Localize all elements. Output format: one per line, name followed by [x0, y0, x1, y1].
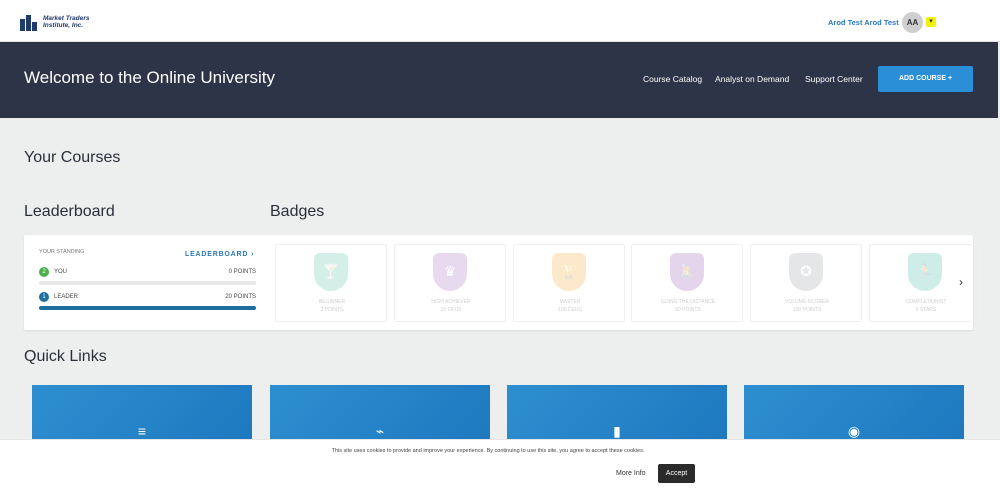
badge-name: HIGH ACHIEVER [431, 299, 471, 305]
badge-points: 5 STARS [915, 307, 937, 313]
badge-going-the-distance[interactable]: 🚴 GOING THE DISTANCE 50 POINTS [631, 244, 743, 322]
badge-master[interactable]: 🏆 MASTER 100 CEUS [513, 244, 625, 322]
leader-progress-bar [39, 306, 256, 310]
cocktail-glass-icon: 🍸 [314, 253, 348, 291]
you-progress-bar [39, 281, 256, 285]
logo-line-2: Institute, Inc. [43, 22, 84, 29]
mti-logo[interactable]: Market Traders Institute, Inc. [20, 13, 90, 31]
badge-points: 2 POINTS [320, 307, 344, 313]
badge-name: GOING THE DISTANCE [660, 299, 716, 305]
nav-course-catalog[interactable]: Course Catalog [643, 74, 702, 84]
badge-name: MASTER [559, 299, 581, 305]
quick-links-heading: Quick Links [24, 348, 107, 365]
badges-heading: Badges [270, 203, 325, 220]
leader-points: 20 POINTS [225, 294, 256, 300]
page-title: Welcome to the Online University [24, 68, 276, 87]
badge-beginner[interactable]: 🍸 BEGINNER 2 POINTS [275, 244, 387, 322]
rank-you-badge: 2 [39, 267, 49, 277]
leader-label: LEADER [54, 294, 79, 300]
lifebuoy-icon: ◉ [847, 423, 861, 439]
more-info-link[interactable]: More Info [616, 470, 646, 477]
medal-icon: ✪ [789, 253, 823, 291]
paperclip-icon: ⌁ [375, 423, 385, 439]
badge-points: 50 POINTS [675, 307, 701, 313]
accept-button[interactable]: Accept [658, 464, 695, 483]
cookie-banner: This site uses cookies to provide and im… [0, 439, 1000, 499]
bar-chart-icon: ▮ [613, 423, 621, 439]
you-points: 0 POINTS [228, 269, 256, 275]
badge-points: 15 CEUS [440, 307, 462, 313]
runner-icon: 🏃 [908, 253, 942, 291]
nav-support-center[interactable]: Support Center [805, 74, 863, 84]
leaderboard-link[interactable]: LEADERBOARD › [185, 251, 254, 258]
quick-link-tile[interactable]: ⌁ [270, 385, 490, 445]
badge-name: BEGINNER [318, 299, 346, 305]
logo-line-1: Market Traders [43, 15, 90, 22]
leader-progress-fill [39, 306, 256, 310]
badge-name: VOLUME SCORER [785, 299, 829, 305]
quick-link-tile[interactable]: ≡ [32, 385, 252, 445]
your-standing-label: YOUR STANDING [39, 249, 85, 255]
badge-completionist[interactable]: 🏃 COMPLETIONIST 5 STARS [869, 244, 981, 322]
add-course-button[interactable]: ADD COURSE + [878, 66, 973, 92]
crown-icon: ♛ [433, 253, 467, 291]
badge-volume-scorer[interactable]: ✪ VOLUME SCORER 100 POINTS [750, 244, 862, 322]
leaderboard-badges-card: YOUR STANDING LEADERBOARD › 2 YOU 0 POIN… [24, 235, 981, 330]
your-courses-heading: Your Courses [24, 149, 121, 166]
badge-points: 100 POINTS [792, 307, 822, 313]
badge-high-achiever[interactable]: ♛ HIGH ACHIEVER 15 CEUS [394, 244, 506, 322]
logo-mark-icon [20, 13, 40, 31]
next-arrow-icon[interactable]: › [959, 275, 963, 289]
badge-points: 100 CEUS [558, 307, 582, 313]
chevron-down-icon[interactable]: ▾ [926, 17, 936, 27]
document-icon: ≡ [137, 423, 147, 439]
rank-leader-badge: 1 [39, 292, 49, 302]
you-label: YOU [54, 269, 68, 275]
cyclist-icon: 🚴 [670, 253, 704, 291]
trophy-icon: 🏆 [552, 253, 586, 291]
avatar[interactable]: AA [902, 12, 923, 33]
top-bar: Market Traders Institute, Inc. Arod Test… [0, 0, 1000, 42]
nav-analyst-on-demand[interactable]: Analyst on Demand [715, 74, 789, 84]
user-name-link[interactable]: Arod Test Arod Test [828, 18, 899, 27]
logo-text: Market Traders Institute, Inc. [43, 15, 90, 29]
quick-link-tile[interactable]: ▮ [507, 385, 727, 445]
cookie-message: This site uses cookies to provide and im… [331, 448, 645, 454]
badge-name: COMPLETIONIST [905, 299, 947, 305]
quick-link-tile[interactable]: ◉ [744, 385, 964, 445]
leaderboard-heading: Leaderboard [24, 203, 115, 220]
hero-banner: Welcome to the Online University Course … [0, 42, 998, 118]
